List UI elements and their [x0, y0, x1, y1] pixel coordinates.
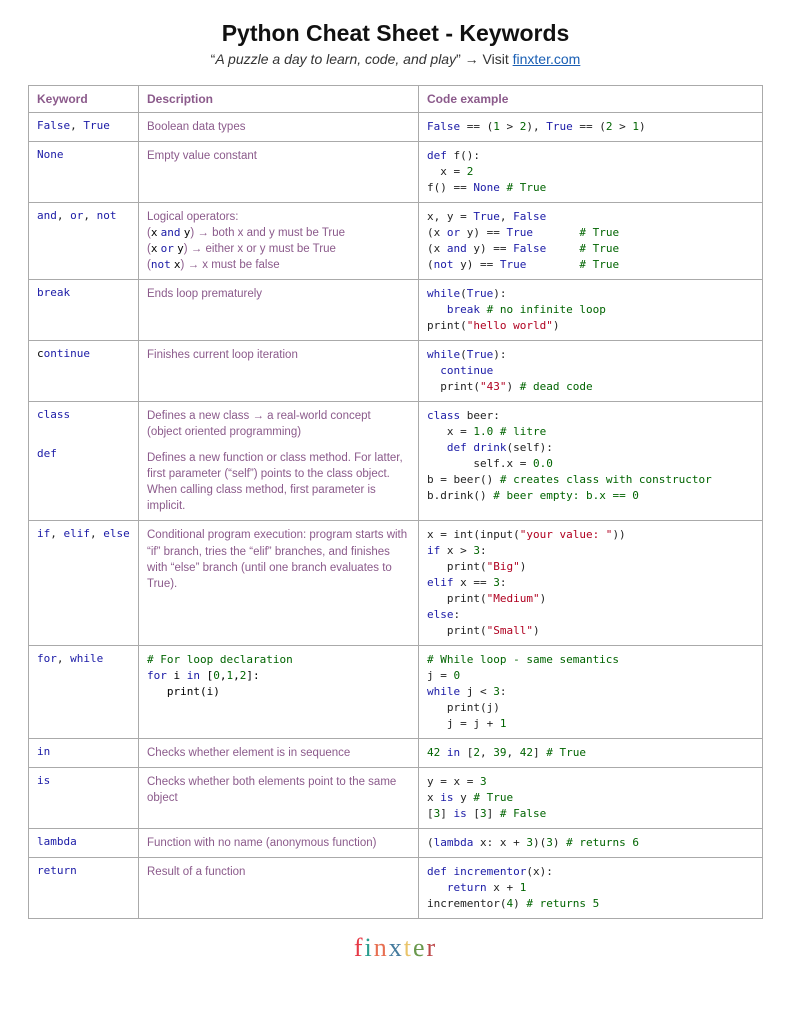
code-cell: class beer: x = 1.0 # litre def drink(se…	[419, 401, 763, 521]
code-cell: (lambda x: x + 3)(3) # returns 6	[419, 828, 763, 857]
col-header-code: Code example	[419, 86, 763, 113]
code-cell: # While loop - same semantics j = 0 whil…	[419, 646, 763, 739]
table-row: lambdaFunction with no name (anonymous f…	[29, 828, 763, 857]
keyword-cell: return	[29, 857, 139, 918]
table-row: isChecks whether both elements point to …	[29, 767, 763, 828]
table-row: for, while# For loop declaration for i i…	[29, 646, 763, 739]
code-cell: y = x = 3 x is y # True [3] is [3] # Fal…	[419, 767, 763, 828]
table-row: and, or, notLogical operators:(x and y) …	[29, 202, 763, 279]
table-row: NoneEmpty value constantdef f(): x = 2 f…	[29, 142, 763, 203]
table-row: breakEnds loop prematurelywhile(True): b…	[29, 280, 763, 341]
table-row: continueFinishes current loop iterationw…	[29, 341, 763, 402]
description-cell: Finishes current loop iteration	[139, 341, 419, 402]
table-row: False, TrueBoolean data typesFalse == (1…	[29, 113, 763, 142]
code-cell: while(True): continue print("43") # dead…	[419, 341, 763, 402]
tagline: A puzzle a day to learn, code, and play	[215, 51, 456, 67]
description-cell: Boolean data types	[139, 113, 419, 142]
code-cell: False == (1 > 2), True == (2 > 1)	[419, 113, 763, 142]
finxter-link[interactable]: finxter.com	[513, 51, 581, 67]
footer-logo: finxter	[28, 933, 763, 963]
keyword-cell: False, True	[29, 113, 139, 142]
code-cell: x, y = True, False (x or y) == True # Tr…	[419, 202, 763, 279]
description-cell: Conditional program execution: program s…	[139, 521, 419, 646]
table-row: if, elif, elseConditional program execut…	[29, 521, 763, 646]
table-row: returnResult of a functiondef incremento…	[29, 857, 763, 918]
table-row: class defDefines a new class → a real-wo…	[29, 401, 763, 521]
keyword-cell: if, elif, else	[29, 521, 139, 646]
keyword-cell: and, or, not	[29, 202, 139, 279]
table-row: inChecks whether element is in sequence4…	[29, 738, 763, 767]
keyword-cell: in	[29, 738, 139, 767]
tagline-suffix: ” → Visit	[456, 51, 513, 67]
description-cell: Defines a new class → a real-world conce…	[139, 401, 419, 521]
page-header: Python Cheat Sheet - Keywords “A puzzle …	[28, 20, 763, 67]
description-cell: Checks whether both elements point to th…	[139, 767, 419, 828]
col-header-description: Description	[139, 86, 419, 113]
code-cell: while(True): break # no infinite loop pr…	[419, 280, 763, 341]
description-cell: # For loop declaration for i in [0,1,2]:…	[139, 646, 419, 739]
code-cell: 42 in [2, 39, 42] # True	[419, 738, 763, 767]
description-cell: Empty value constant	[139, 142, 419, 203]
keyword-cell: break	[29, 280, 139, 341]
code-cell: def incrementor(x): return x + 1 increme…	[419, 857, 763, 918]
cheatsheet-table: Keyword Description Code example False, …	[28, 85, 763, 919]
keyword-cell: continue	[29, 341, 139, 402]
description-cell: Result of a function	[139, 857, 419, 918]
page-title: Python Cheat Sheet - Keywords	[28, 20, 763, 47]
page-subtitle: “A puzzle a day to learn, code, and play…	[28, 51, 763, 67]
keyword-cell: lambda	[29, 828, 139, 857]
code-cell: def f(): x = 2 f() == None # True	[419, 142, 763, 203]
keyword-cell: None	[29, 142, 139, 203]
keyword-cell: for, while	[29, 646, 139, 739]
description-cell: Checks whether element is in sequence	[139, 738, 419, 767]
description-cell: Function with no name (anonymous functio…	[139, 828, 419, 857]
keyword-cell: is	[29, 767, 139, 828]
description-cell: Ends loop prematurely	[139, 280, 419, 341]
col-header-keyword: Keyword	[29, 86, 139, 113]
code-cell: x = int(input("your value: ")) if x > 3:…	[419, 521, 763, 646]
keyword-cell: class def	[29, 401, 139, 521]
description-cell: Logical operators:(x and y) → both x and…	[139, 202, 419, 279]
